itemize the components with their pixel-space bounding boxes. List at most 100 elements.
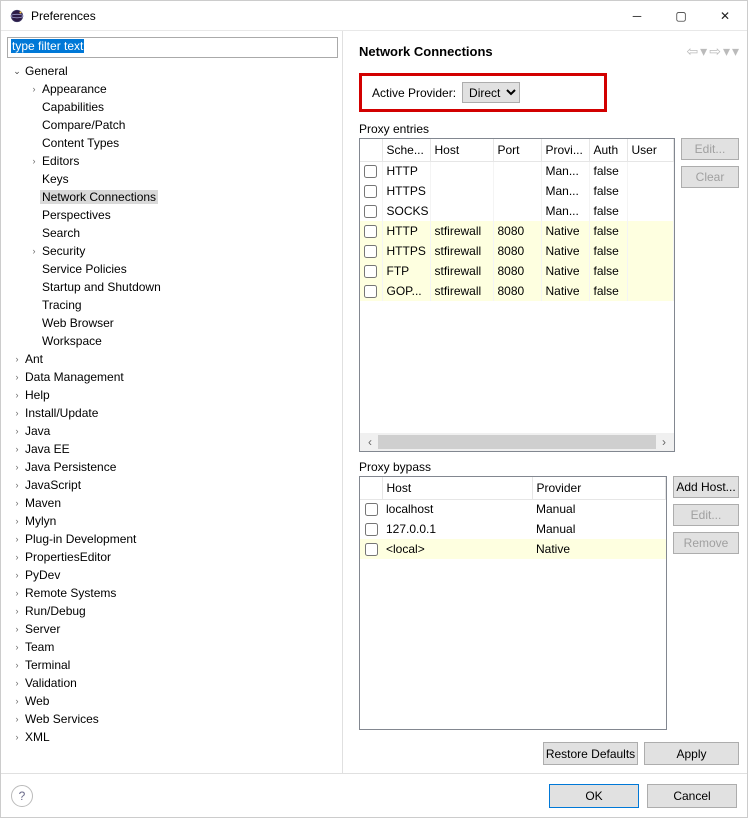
table-row[interactable]: HTTPSstfirewall8080Nativefalse: [360, 241, 674, 261]
table-row[interactable]: <local>Native: [360, 539, 666, 559]
table-row[interactable]: GOP...stfirewall8080Nativefalse: [360, 281, 674, 301]
tree-item[interactable]: Perspectives: [40, 208, 113, 222]
table-header[interactable]: Sche...: [382, 139, 430, 161]
tree-item[interactable]: Startup and Shutdown: [40, 280, 163, 294]
tree-item[interactable]: General: [23, 64, 70, 78]
tree-item[interactable]: Web Browser: [40, 316, 116, 330]
table-header[interactable]: Host: [382, 477, 532, 499]
tree-item[interactable]: Mylyn: [23, 514, 58, 528]
tree-item[interactable]: Terminal: [23, 658, 72, 672]
table-header[interactable]: User: [627, 139, 674, 161]
row-checkbox[interactable]: [365, 503, 378, 516]
table-header[interactable]: Provider: [532, 477, 666, 499]
close-button[interactable]: ✕: [703, 1, 747, 31]
tree-twisty-icon[interactable]: ›: [11, 588, 23, 598]
edit-proxy-button[interactable]: Edit...: [681, 138, 739, 160]
table-row[interactable]: 127.0.0.1Manual: [360, 519, 666, 539]
apply-button[interactable]: Apply: [644, 742, 739, 765]
tree-twisty-icon[interactable]: ›: [11, 660, 23, 670]
tree-item[interactable]: Network Connections: [40, 190, 158, 204]
tree-item[interactable]: Maven: [23, 496, 63, 510]
tree-twisty-icon[interactable]: ›: [11, 606, 23, 616]
cancel-button[interactable]: Cancel: [647, 784, 737, 808]
row-checkbox[interactable]: [364, 245, 377, 258]
row-checkbox[interactable]: [365, 523, 378, 536]
tree-twisty-icon[interactable]: ›: [11, 696, 23, 706]
tree-item[interactable]: Team: [23, 640, 56, 654]
preferences-tree[interactable]: ⌄General›AppearanceCapabilitiesCompare/P…: [7, 58, 338, 769]
tree-item[interactable]: Ant: [23, 352, 45, 366]
proxy-bypass-table[interactable]: HostProvider localhostManual127.0.0.1Man…: [359, 476, 667, 730]
tree-twisty-icon[interactable]: ›: [11, 480, 23, 490]
tree-twisty-icon[interactable]: ›: [11, 372, 23, 382]
tree-twisty-icon[interactable]: ›: [11, 444, 23, 454]
tree-twisty-icon[interactable]: ›: [28, 246, 40, 256]
active-provider-select[interactable]: Direct: [462, 82, 520, 103]
tree-item[interactable]: Web: [23, 694, 51, 708]
remove-bypass-button[interactable]: Remove: [673, 532, 739, 554]
tree-item[interactable]: Java: [23, 424, 52, 438]
filter-input[interactable]: type filter text: [7, 37, 338, 58]
tree-twisty-icon[interactable]: ›: [11, 426, 23, 436]
tree-twisty-icon[interactable]: ›: [11, 354, 23, 364]
tree-twisty-icon[interactable]: ›: [28, 84, 40, 94]
tree-item[interactable]: Help: [23, 388, 52, 402]
proxy-entries-hscroll[interactable]: ‹›: [360, 433, 674, 451]
table-row[interactable]: HTTPMan...false: [360, 161, 674, 181]
tree-item[interactable]: Data Management: [23, 370, 126, 384]
clear-proxy-button[interactable]: Clear: [681, 166, 739, 188]
table-row[interactable]: localhostManual: [360, 499, 666, 519]
tree-twisty-icon[interactable]: ›: [28, 156, 40, 166]
tree-item[interactable]: Java EE: [23, 442, 72, 456]
table-row[interactable]: HTTPstfirewall8080Nativefalse: [360, 221, 674, 241]
tree-item[interactable]: Validation: [23, 676, 79, 690]
help-icon[interactable]: ?: [11, 785, 33, 807]
tree-twisty-icon[interactable]: ›: [11, 714, 23, 724]
tree-twisty-icon[interactable]: ⌄: [11, 66, 23, 77]
tree-item[interactable]: Content Types: [40, 136, 121, 150]
tree-twisty-icon[interactable]: ›: [11, 498, 23, 508]
tree-twisty-icon[interactable]: ›: [11, 390, 23, 400]
row-checkbox[interactable]: [364, 165, 377, 178]
table-header[interactable]: Host: [430, 139, 493, 161]
tree-item[interactable]: Editors: [40, 154, 81, 168]
tree-item[interactable]: Remote Systems: [23, 586, 118, 600]
tree-item[interactable]: Tracing: [40, 298, 84, 312]
row-checkbox[interactable]: [364, 265, 377, 278]
row-checkbox[interactable]: [364, 225, 377, 238]
row-checkbox[interactable]: [364, 185, 377, 198]
tree-item[interactable]: Keys: [40, 172, 71, 186]
tree-twisty-icon[interactable]: ›: [11, 408, 23, 418]
tree-item[interactable]: Web Services: [23, 712, 101, 726]
table-header[interactable]: Port: [493, 139, 541, 161]
tree-item[interactable]: XML: [23, 730, 52, 744]
tree-item[interactable]: JavaScript: [23, 478, 83, 492]
tree-twisty-icon[interactable]: ›: [11, 570, 23, 580]
back-icon[interactable]: ⇦: [686, 43, 698, 60]
row-checkbox[interactable]: [365, 543, 378, 556]
edit-bypass-button[interactable]: Edit...: [673, 504, 739, 526]
tree-item[interactable]: Appearance: [40, 82, 109, 96]
tree-item[interactable]: Search: [40, 226, 82, 240]
tree-twisty-icon[interactable]: ›: [11, 534, 23, 544]
table-header[interactable]: Provi...: [541, 139, 589, 161]
tree-twisty-icon[interactable]: ›: [11, 516, 23, 526]
tree-item[interactable]: Java Persistence: [23, 460, 118, 474]
tree-item[interactable]: Service Policies: [40, 262, 129, 276]
table-header[interactable]: Auth: [589, 139, 627, 161]
tree-twisty-icon[interactable]: ›: [11, 732, 23, 742]
tree-item[interactable]: Security: [40, 244, 87, 258]
table-row[interactable]: HTTPSMan...false: [360, 181, 674, 201]
tree-twisty-icon[interactable]: ›: [11, 642, 23, 652]
add-host-button[interactable]: Add Host...: [673, 476, 739, 498]
tree-item[interactable]: Run/Debug: [23, 604, 88, 618]
row-checkbox[interactable]: [364, 205, 377, 218]
maximize-button[interactable]: ▢: [659, 1, 703, 31]
ok-button[interactable]: OK: [549, 784, 639, 808]
tree-item[interactable]: PyDev: [23, 568, 62, 582]
tree-twisty-icon[interactable]: ›: [11, 462, 23, 472]
minimize-button[interactable]: ─: [615, 1, 659, 31]
tree-item[interactable]: PropertiesEditor: [23, 550, 113, 564]
tree-item[interactable]: Compare/Patch: [40, 118, 127, 132]
proxy-entries-table[interactable]: Sche...HostPortProvi...AuthUser HTTPMan.…: [359, 138, 675, 452]
